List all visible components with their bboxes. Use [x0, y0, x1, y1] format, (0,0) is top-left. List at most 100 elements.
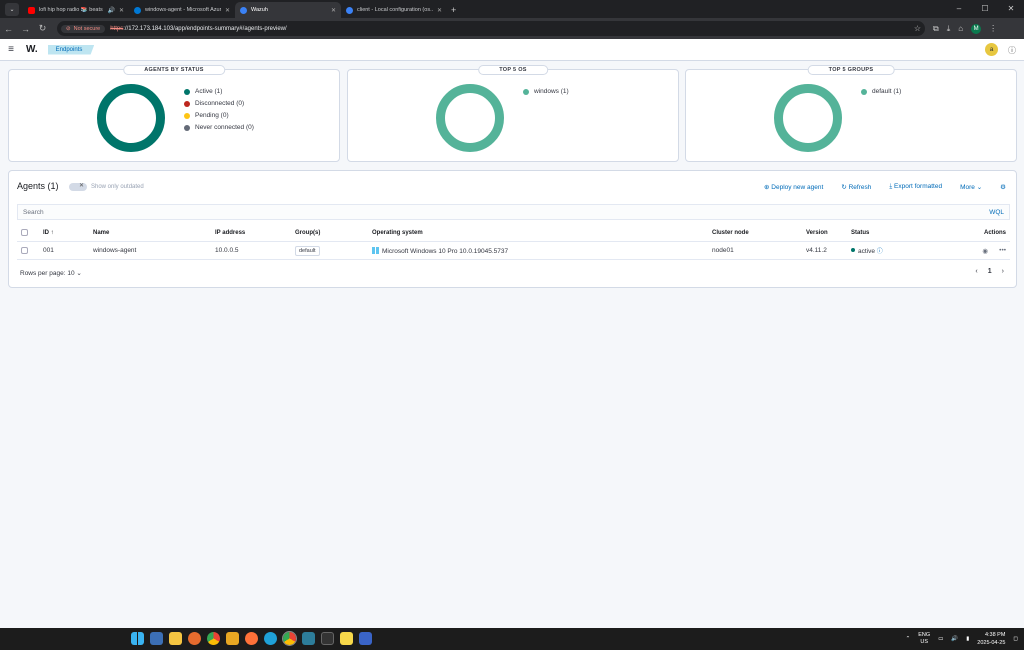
export-button[interactable]: ⤓ Export formatted [889, 183, 942, 191]
app-icon[interactable] [359, 632, 372, 645]
search-bar[interactable]: Search WQL [17, 204, 1010, 220]
edge-icon[interactable] [264, 632, 277, 645]
agent-status: active ⓘ [851, 246, 883, 255]
close-tab-icon[interactable]: ✕ [331, 7, 336, 14]
table-actions: ⊕ Deploy new agent ↻ Refresh ⤓ Export fo… [764, 183, 1006, 191]
url-bar[interactable]: ⊘ Not secure https://172.173.184.103/app/… [57, 21, 925, 36]
chrome-icon[interactable] [207, 632, 220, 645]
more-button[interactable]: More ⌄ [960, 183, 982, 191]
network-icon[interactable]: ▭ [938, 636, 943, 642]
info-icon[interactable]: ⓘ [877, 249, 883, 255]
status-dot [851, 248, 855, 252]
legend-item-default[interactable]: default (1) [861, 88, 901, 95]
row-checkbox[interactable] [21, 247, 28, 254]
youtube-icon [28, 6, 35, 14]
close-tab-icon[interactable]: ✕ [225, 7, 230, 14]
notification-icon[interactable]: ◻ [1013, 636, 1018, 642]
breadcrumb-endpoints[interactable]: Endpoints [47, 44, 95, 55]
more-actions-icon[interactable]: ••• [999, 247, 1006, 254]
next-page-icon[interactable]: › [1002, 268, 1004, 275]
prev-page-icon[interactable]: ‹ [975, 268, 977, 275]
wazuh-icon [240, 6, 247, 14]
col-status[interactable]: Status [851, 230, 869, 236]
firefox-icon[interactable] [245, 632, 258, 645]
speaker-icon[interactable]: 🔊 [107, 7, 114, 14]
col-id[interactable]: ID ↑ [43, 230, 54, 236]
settings-gear-icon[interactable]: ⚙ [1000, 183, 1006, 191]
close-window-icon[interactable]: ✕ [998, 0, 1024, 17]
agent-group-badge[interactable]: default [295, 245, 320, 256]
forward-icon[interactable]: → [17, 24, 34, 34]
volume-icon[interactable]: 🔊 [951, 636, 958, 642]
app-icon[interactable] [188, 632, 201, 645]
legend-dot [184, 88, 190, 95]
os-donut-chart[interactable] [436, 84, 504, 152]
app-icon[interactable] [302, 632, 315, 645]
not-secure-badge[interactable]: ⊘ Not secure [61, 24, 106, 33]
chevron-up-icon[interactable]: ⌃ [906, 636, 911, 642]
hamburger-menu-icon[interactable]: ≡ [0, 44, 22, 55]
col-name[interactable]: Name [93, 230, 109, 236]
status-donut-chart[interactable] [97, 84, 165, 152]
tab-search-icon[interactable]: ⌄ [5, 3, 19, 16]
chrome-active-icon[interactable] [282, 631, 297, 646]
legend-item-never-connected[interactable]: Never connected (0) [184, 124, 254, 131]
minimize-icon[interactable]: – [946, 0, 972, 17]
view-eye-icon[interactable]: ◉ [982, 247, 988, 255]
new-tab-icon[interactable]: + [451, 5, 456, 15]
legend-item-pending[interactable]: Pending (0) [184, 112, 254, 119]
refresh-icon: ↻ [841, 184, 847, 191]
extensions-icon[interactable]: ⧉ [933, 24, 939, 34]
tab-lofi[interactable]: lofi hip hop radio 📚 beats 🔊 ✕ [23, 2, 129, 18]
tab-wazuh[interactable]: Wazuh ✕ [235, 2, 341, 18]
reload-icon[interactable]: ↻ [34, 23, 51, 34]
col-ip[interactable]: IP address [215, 230, 245, 236]
app-icon[interactable] [226, 632, 239, 645]
file-explorer-icon[interactable] [169, 632, 182, 645]
chevron-down-icon: ⌄ [76, 270, 82, 277]
user-avatar[interactable]: a [985, 43, 998, 56]
wql-button[interactable]: WQL [989, 209, 1004, 216]
windows-icon [372, 246, 379, 254]
start-windows-icon[interactable] [131, 632, 144, 645]
battery-icon[interactable]: ▮ [966, 636, 969, 642]
deploy-agent-button[interactable]: ⊕ Deploy new agent [764, 183, 823, 191]
url-text[interactable]: https://172.173.184.103/app/endpoints-su… [110, 26, 286, 32]
language-indicator[interactable]: ENG US [918, 632, 930, 646]
warning-icon: ⊘ [66, 25, 71, 32]
search-input[interactable]: Search [23, 209, 44, 216]
tab-azure[interactable]: windows-agent - Microsoft Azure ✕ [129, 2, 235, 18]
tab-client[interactable]: client - Local configuration (os... ✕ [341, 2, 447, 18]
close-tab-icon[interactable]: ✕ [119, 7, 124, 14]
maximize-icon[interactable]: ☐ [972, 0, 998, 17]
back-icon[interactable]: ← [0, 24, 17, 34]
col-os[interactable]: Operating system [372, 230, 423, 236]
table-row[interactable]: 001 windows-agent 10.0.0.5 default Micro… [17, 242, 1010, 260]
col-groups[interactable]: Group(s) [295, 230, 320, 236]
browser-menu-icon[interactable]: ⋮ [989, 24, 997, 33]
wazuh-logo[interactable]: W. [26, 44, 38, 55]
col-version[interactable]: Version [806, 230, 828, 236]
sticky-notes-icon[interactable] [340, 632, 353, 645]
help-icon[interactable]: ⓘ [1008, 45, 1016, 56]
groups-donut-chart[interactable] [774, 84, 842, 152]
bookmarks-icon[interactable]: ⌂ [958, 24, 963, 33]
legend-item-windows[interactable]: windows (1) [523, 88, 569, 95]
legend-item-active[interactable]: Active (1) [184, 88, 254, 95]
taskview-icon[interactable] [150, 632, 163, 645]
rows-per-page[interactable]: Rows per page: 10 ⌄ [20, 269, 82, 277]
profile-avatar[interactable]: M [971, 23, 982, 34]
terminal-icon[interactable] [321, 632, 334, 645]
download-icon[interactable]: ⤓ [947, 24, 951, 34]
page-number[interactable]: 1 [988, 268, 992, 275]
col-node[interactable]: Cluster node [712, 230, 749, 236]
toggle-switch[interactable] [69, 182, 87, 191]
clock[interactable]: 4:38 PM 2025-04-25 [977, 631, 1005, 647]
legend-item-disconnected[interactable]: Disconnected (0) [184, 100, 254, 107]
select-all-checkbox[interactable] [21, 229, 28, 236]
bookmark-star-icon[interactable]: ☆ [914, 24, 921, 33]
close-tab-icon[interactable]: ✕ [437, 7, 442, 14]
refresh-button[interactable]: ↻ Refresh [841, 183, 871, 191]
show-outdated-toggle[interactable]: Show only outdated [69, 182, 144, 191]
taskbar-apps [131, 631, 372, 646]
